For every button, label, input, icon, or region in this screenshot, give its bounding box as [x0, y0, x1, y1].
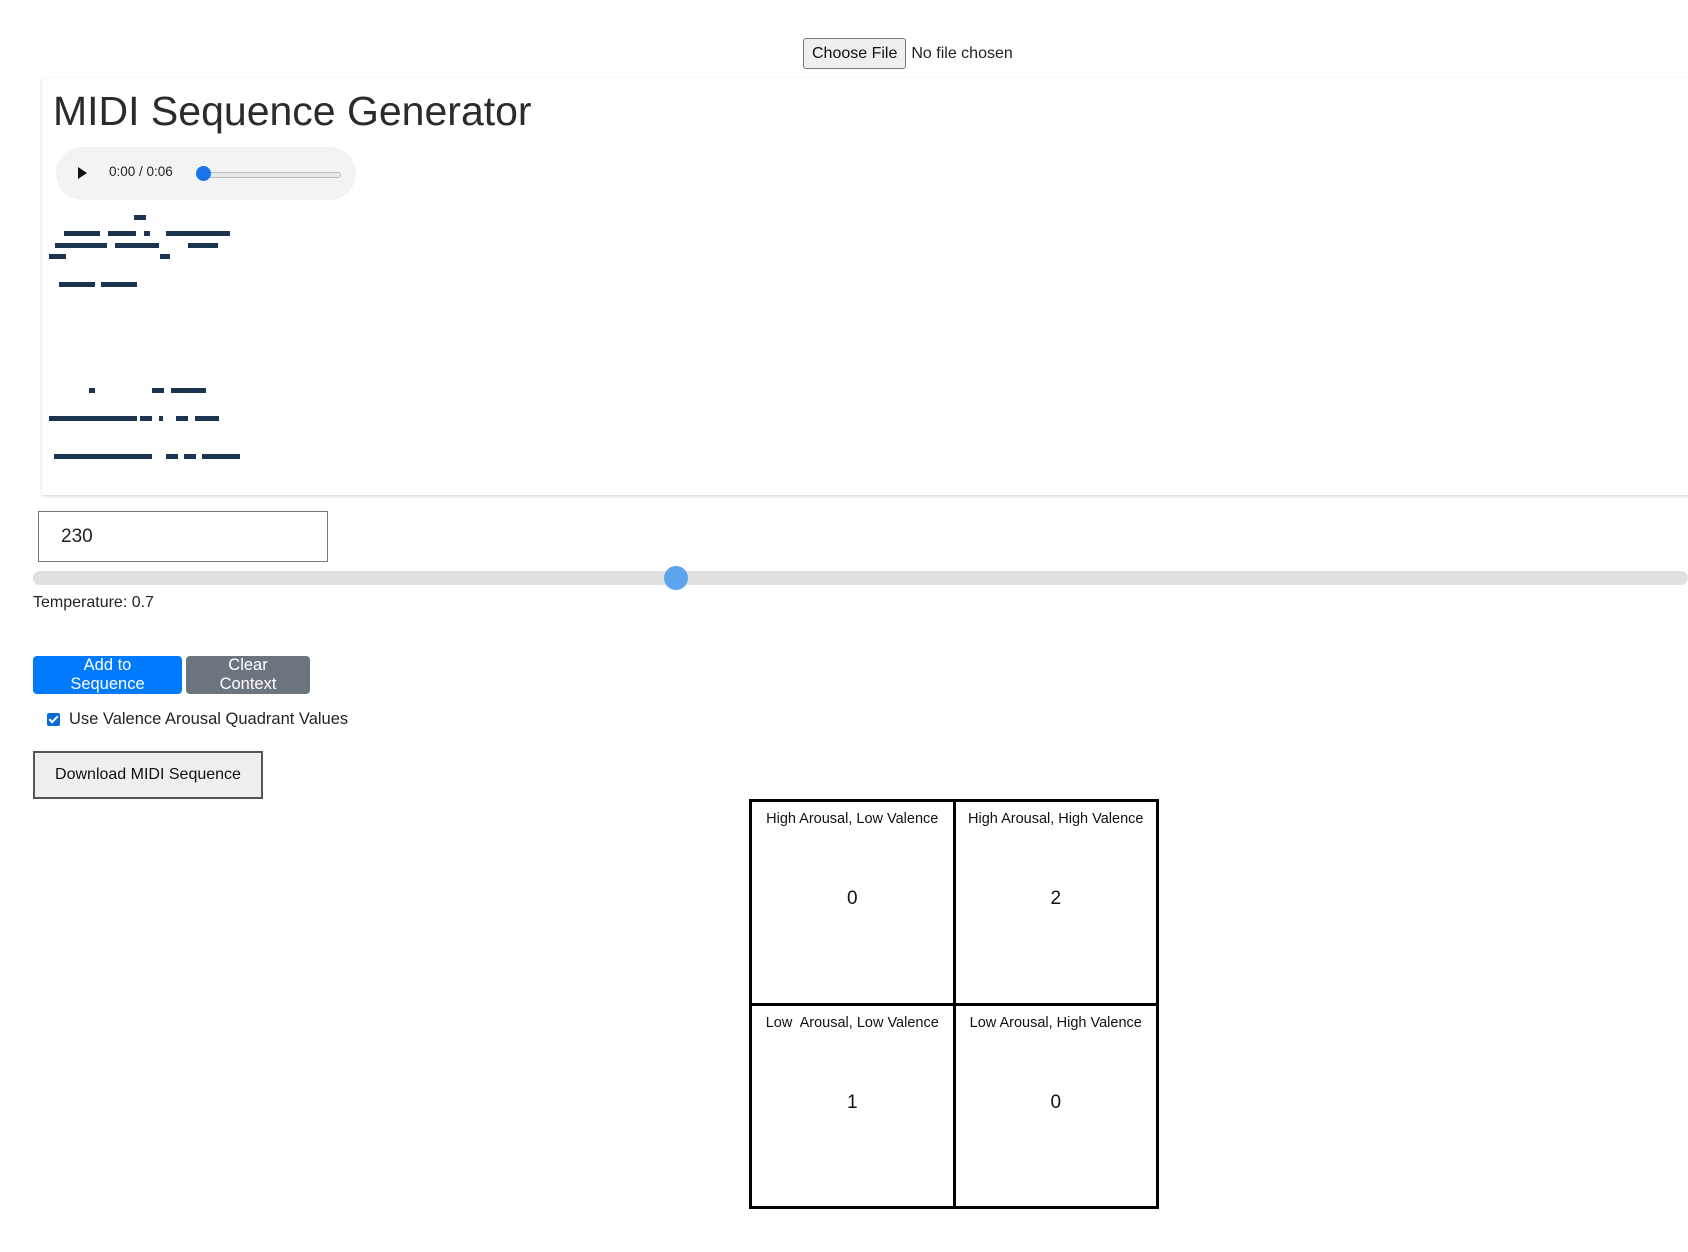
download-midi-button[interactable]: Download MIDI Sequence [33, 751, 263, 799]
note [160, 254, 170, 259]
quadrant-values-label: Use Valence Arousal Quadrant Values [69, 710, 349, 728]
note [108, 231, 136, 236]
note [54, 454, 108, 459]
note [159, 416, 163, 421]
audio-time: 0:00 / 0:06 [109, 164, 173, 179]
bpm-input[interactable] [38, 511, 328, 562]
quadrant-value: 1 [846, 1091, 858, 1113]
quadrant-values-checkbox[interactable] [47, 713, 60, 726]
quadrant-value: 2 [1050, 888, 1062, 909]
temperature-label: Temperature: 0.7 [33, 594, 154, 611]
note [140, 416, 152, 421]
note [64, 231, 100, 236]
note [59, 282, 95, 287]
page: Choose File No file chosen MIDI Sequence… [0, 0, 1688, 1252]
temperature-slider-thumb[interactable] [664, 566, 688, 590]
page-title: MIDI Sequence Generator [53, 88, 532, 134]
quadrant-low-arousal-high-valence[interactable]: Low Arousal, High Valence 0 [955, 1005, 1156, 1206]
note [176, 416, 188, 421]
note [49, 254, 66, 259]
piano-roll [49, 215, 240, 459]
file-chooser: Choose File No file chosen [803, 38, 1013, 69]
note [89, 388, 95, 393]
audio-seek-bar[interactable] [197, 172, 341, 178]
quadrant-values-option: Use Valence Arousal Quadrant Values [47, 710, 348, 729]
note [115, 243, 139, 248]
note [144, 231, 150, 236]
choose-file-button[interactable]: Choose File [803, 38, 907, 69]
note [195, 416, 219, 421]
audio-player: 0:00 / 0:06 [56, 147, 356, 200]
note [184, 454, 196, 459]
note [166, 231, 230, 236]
quadrant-label: High Arousal, Low Valence [766, 811, 939, 827]
temperature-slider[interactable] [33, 571, 1688, 585]
quadrant-label: Low Arousal, Low Valence [765, 1014, 939, 1031]
note [166, 454, 178, 459]
note [108, 454, 152, 459]
note [49, 416, 137, 421]
quadrant-high-arousal-low-valence[interactable]: High Arousal, Low Valence 0 [752, 802, 953, 1003]
file-status: No file chosen [911, 44, 1013, 62]
note [139, 243, 159, 248]
quadrant-value: 0 [846, 888, 858, 909]
quadrant-high-arousal-high-valence[interactable]: High Arousal, High Valence 2 [955, 802, 1156, 1003]
quadrant-low-arousal-low-valence[interactable]: Low Arousal, Low Valence 1 [752, 1005, 953, 1206]
note [171, 388, 206, 393]
add-to-sequence-button[interactable]: Add to Sequence [33, 656, 182, 694]
generator-card: MIDI Sequence Generator 0:00 / 0:06 [42, 78, 1688, 495]
note [101, 282, 137, 287]
audio-seek-thumb[interactable] [196, 166, 211, 181]
quadrant-value: 0 [1050, 1091, 1062, 1113]
note [152, 388, 164, 393]
note [202, 454, 240, 459]
valence-arousal-grid: High Arousal, Low Valence 0 High Arousal… [749, 799, 1159, 1209]
note [188, 243, 218, 248]
quadrant-label: Low Arousal, High Valence [969, 1014, 1142, 1031]
note [134, 215, 146, 220]
clear-context-button[interactable]: Clear Context [186, 656, 310, 694]
play-icon[interactable] [78, 167, 87, 179]
note [55, 243, 107, 248]
quadrant-label: High Arousal, High Valence [968, 811, 1144, 827]
